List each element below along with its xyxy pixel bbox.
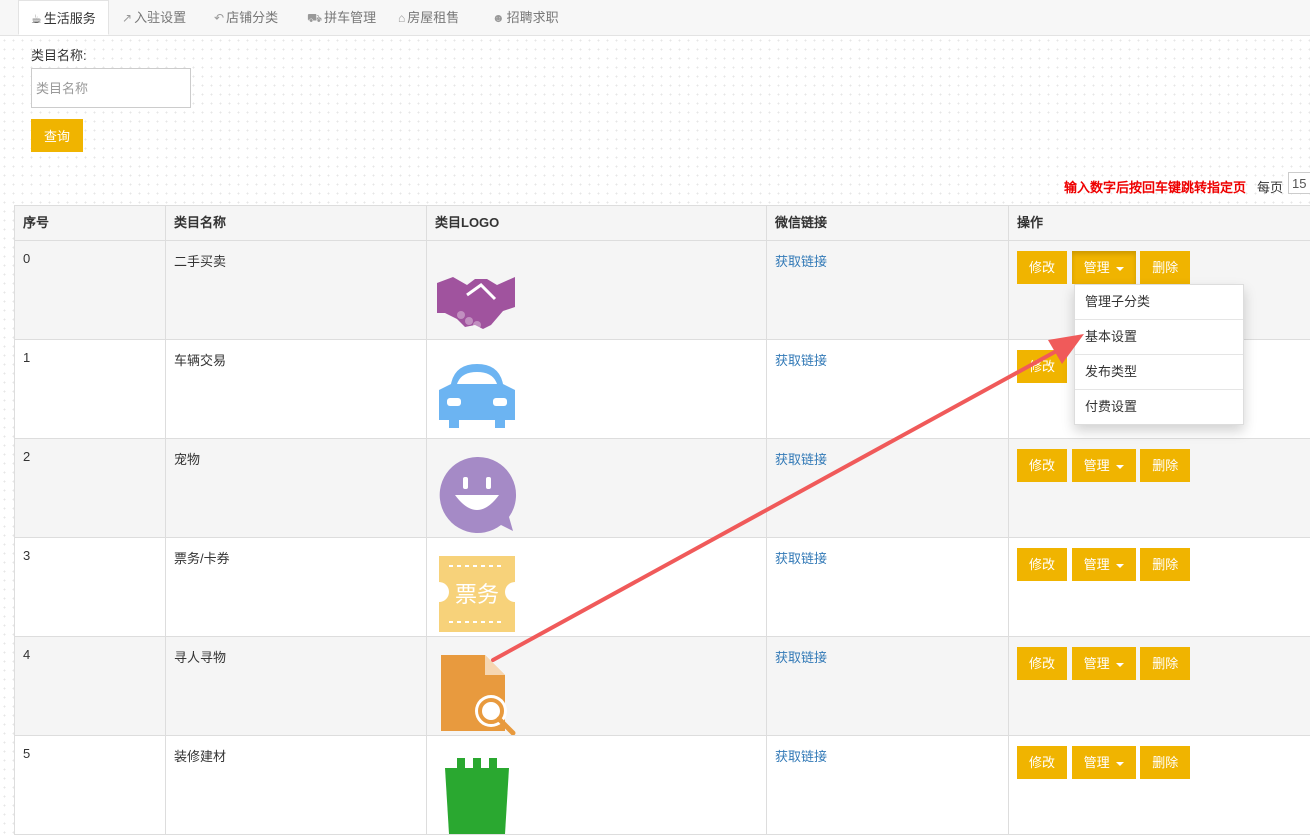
get-link[interactable]: 获取链接: [775, 353, 827, 368]
row-name: 寻人寻物: [166, 637, 427, 736]
delete-button[interactable]: 删除: [1140, 548, 1190, 581]
row-index: 3: [15, 538, 166, 637]
smile-chat-icon: [435, 453, 519, 537]
truck-icon: ⛟: [307, 1, 322, 36]
tab-recruitment[interactable]: ☻招聘求职: [492, 0, 559, 35]
row-wechat-link: 获取链接: [767, 340, 1009, 439]
caret-down-icon: [1116, 267, 1124, 271]
tab-settle-settings[interactable]: ↗入驻设置: [122, 0, 186, 35]
row-name: 票务/卡券: [166, 538, 427, 637]
tab-carpool[interactable]: ⛟拼车管理: [307, 0, 376, 35]
row-wechat-link: 获取链接: [767, 538, 1009, 637]
delete-button[interactable]: 删除: [1140, 251, 1190, 284]
row-index: 4: [15, 637, 166, 736]
edit-button[interactable]: 修改: [1017, 647, 1067, 680]
caret-down-icon: [1116, 465, 1124, 469]
row-logo: [427, 439, 767, 538]
category-name-input[interactable]: [31, 68, 191, 108]
get-link[interactable]: 获取链接: [775, 551, 827, 566]
row-logo: [427, 340, 767, 439]
caret-down-icon: [1116, 762, 1124, 766]
edit-button[interactable]: 修改: [1017, 449, 1067, 482]
manage-dropdown-button[interactable]: 管理: [1072, 548, 1136, 581]
coffee-icon: ☕: [31, 2, 42, 37]
get-link[interactable]: 获取链接: [775, 452, 827, 467]
user-icon: ☻: [492, 1, 505, 36]
home-icon: ⌂: [398, 1, 405, 36]
tab-housing[interactable]: ⌂房屋租售: [398, 0, 459, 35]
row-index: 5: [15, 736, 166, 835]
manage-dropdown-menu: 管理子分类 基本设置 发布类型 付费设置: [1074, 284, 1244, 425]
row-name: 宠物: [166, 439, 427, 538]
manage-dropdown-button[interactable]: 管理: [1072, 647, 1136, 680]
header-name: 类目名称: [166, 206, 427, 241]
header-actions: 操作: [1009, 206, 1310, 241]
search-label: 类目名称:: [31, 45, 87, 64]
row-logo: [427, 637, 767, 736]
row-index: 2: [15, 439, 166, 538]
table-row: 4 寻人寻物 获取链接 修改 管理 删除: [15, 637, 1310, 736]
row-actions: 修改 管理 删除: [1009, 538, 1310, 637]
row-actions: 修改 管理 删除: [1009, 637, 1310, 736]
car-icon: [435, 354, 519, 438]
tab-life-services[interactable]: ☕生活服务: [18, 0, 109, 35]
get-link[interactable]: 获取链接: [775, 650, 827, 665]
header-logo: 类目LOGO: [427, 206, 767, 241]
row-wechat-link: 获取链接: [767, 241, 1009, 340]
row-wechat-link: 获取链接: [767, 637, 1009, 736]
header-wechat-link: 微信链接: [767, 206, 1009, 241]
query-button[interactable]: 查询: [31, 119, 83, 152]
table-row: 3 票务/卡券 票务 获取链接 修改 管理 删除: [15, 538, 1310, 637]
tab-bar: ☕生活服务 ↗入驻设置 ↶店铺分类 ⛟拼车管理 ⌂房屋租售 ☻招聘求职: [0, 0, 1310, 36]
document-search-icon: [435, 651, 519, 735]
tab-shop-category[interactable]: ↶店铺分类: [214, 0, 278, 35]
ticket-icon: 票务: [435, 552, 519, 636]
handshake-icon: [435, 255, 519, 339]
reply-icon: ↶: [214, 1, 224, 36]
delete-button[interactable]: 删除: [1140, 647, 1190, 680]
external-link-icon: ↗: [122, 1, 132, 36]
row-index: 1: [15, 340, 166, 439]
table-row: 5 装修建材 获取链接 修改 管理 删除: [15, 736, 1310, 835]
row-name: 装修建材: [166, 736, 427, 835]
row-logo: 票务: [427, 538, 767, 637]
row-actions: 修改 管理 删除: [1009, 439, 1310, 538]
menu-item-publish-type[interactable]: 发布类型: [1075, 355, 1243, 390]
header-index: 序号: [15, 206, 166, 241]
edit-button[interactable]: 修改: [1017, 251, 1067, 284]
manage-dropdown-button[interactable]: 管理: [1072, 251, 1136, 284]
menu-item-basic-settings[interactable]: 基本设置: [1075, 320, 1243, 355]
edit-button[interactable]: 修改: [1017, 548, 1067, 581]
ticket-logo-text: 票务: [455, 583, 499, 608]
get-link[interactable]: 获取链接: [775, 749, 827, 764]
row-logo: [427, 736, 767, 835]
row-logo: [427, 241, 767, 340]
row-name: 车辆交易: [166, 340, 427, 439]
per-page-label: 每页: [1257, 177, 1283, 196]
table-row: 2 宠物 获取链接 修改 管理 删除: [15, 439, 1310, 538]
menu-item-payment-settings[interactable]: 付费设置: [1075, 390, 1243, 424]
row-name: 二手买卖: [166, 241, 427, 340]
row-wechat-link: 获取链接: [767, 736, 1009, 835]
manage-dropdown-button[interactable]: 管理: [1072, 449, 1136, 482]
table-header: 序号 类目名称 类目LOGO 微信链接 操作: [15, 206, 1310, 241]
caret-down-icon: [1116, 564, 1124, 568]
page-jump-hint: 输入数字后按回车键跳转指定页: [1064, 177, 1246, 196]
delete-button[interactable]: 删除: [1140, 449, 1190, 482]
row-actions: 修改 管理 删除: [1009, 736, 1310, 835]
get-link[interactable]: 获取链接: [775, 254, 827, 269]
edit-button[interactable]: 修改: [1017, 350, 1067, 383]
row-index: 0: [15, 241, 166, 340]
row-wechat-link: 获取链接: [767, 439, 1009, 538]
caret-down-icon: [1116, 663, 1124, 667]
menu-item-manage-subcategory[interactable]: 管理子分类: [1075, 285, 1243, 320]
per-page-input[interactable]: [1288, 172, 1310, 194]
